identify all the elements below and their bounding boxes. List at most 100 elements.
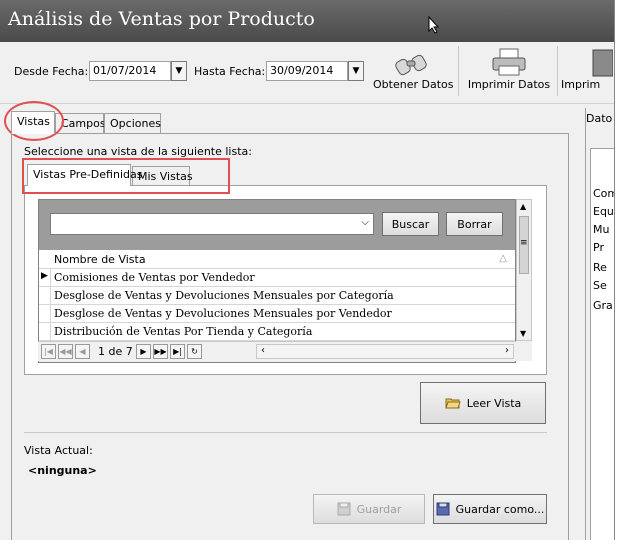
- refresh-button[interactable]: ↻: [187, 344, 202, 359]
- folder-open-icon: [444, 398, 461, 409]
- column-header[interactable]: Nombre de Vista △: [39, 250, 515, 269]
- grip-icon: ≡: [520, 238, 528, 248]
- row-selector: [39, 323, 51, 341]
- vista-name-cell: Comisiones de Ventas por Vendedor: [54, 271, 255, 284]
- sort-triangle-icon: △: [499, 253, 507, 264]
- last-page-icon: ▶|: [173, 347, 182, 356]
- imprimir-datos-button[interactable]: Imprimir Datos: [464, 46, 554, 91]
- window-title: Análisis de Ventas por Producto: [8, 8, 315, 30]
- scroll-up-icon: ▲: [520, 202, 527, 211]
- datos-panel-list: Com Equ Mu Pr Re Se Gra: [590, 148, 614, 540]
- guardar-como-button[interactable]: Guardar como...: [433, 494, 547, 524]
- scrollbar-corner: [516, 341, 532, 361]
- scroll-left-icon: ‹: [261, 345, 265, 356]
- datos-panel: Dato Com Equ Mu Pr Re Se Gra: [585, 108, 614, 540]
- prev-page-button[interactable]: ◀: [75, 344, 90, 359]
- imprimir-2-label: Imprim: [561, 78, 601, 91]
- datos-item[interactable]: Se: [593, 279, 607, 292]
- hasta-fecha-label: Hasta Fecha:: [194, 65, 266, 78]
- obtener-datos-label: Obtener Datos: [373, 78, 454, 91]
- column-header-label: Nombre de Vista: [54, 253, 146, 266]
- refresh-icon: ↻: [191, 347, 198, 356]
- tab-vistas[interactable]: Vistas: [11, 111, 55, 134]
- tab-opciones-label: Opciones: [110, 117, 161, 130]
- printer-icon: [492, 48, 526, 76]
- datos-item[interactable]: Com: [593, 187, 614, 200]
- scrollbar-thumb[interactable]: ≡: [519, 216, 529, 274]
- save-disk-icon: [337, 502, 351, 516]
- printer-icon: [592, 49, 613, 77]
- tab-vistas-predefinidas-label: Vistas Pre-Definidas: [33, 168, 143, 181]
- table-row[interactable]: Distribución de Ventas Por Tienda y Cate…: [39, 323, 515, 341]
- next-page-button[interactable]: ▶: [136, 344, 151, 359]
- row-selector: [39, 287, 51, 305]
- desde-fecha-label: Desde Fecha:: [14, 65, 89, 78]
- rewind-icon: ◀◀: [59, 347, 72, 356]
- vista-actual-label: Vista Actual:: [24, 444, 93, 457]
- search-input[interactable]: ⌵: [50, 213, 374, 235]
- tab-opciones[interactable]: Opciones: [104, 113, 161, 133]
- mouse-cursor-icon: [428, 16, 440, 34]
- guardar-como-label: Guardar como...: [455, 502, 545, 516]
- datos-item[interactable]: Gra: [593, 299, 613, 312]
- chevron-down-icon: ▼: [175, 66, 183, 76]
- title-bar: Análisis de Ventas por Producto: [0, 0, 614, 42]
- guardar-label: Guardar: [356, 502, 402, 516]
- row-selector: [39, 305, 51, 323]
- prev-block-button[interactable]: ◀◀: [58, 344, 73, 359]
- leer-vista-label: Leer Vista: [466, 396, 522, 410]
- obtener-datos-button[interactable]: Obtener Datos: [373, 46, 453, 91]
- scroll-down-icon: ▼: [520, 329, 527, 338]
- scroll-right-icon: ›: [505, 345, 509, 356]
- next-block-button[interactable]: ▶▶: [153, 344, 168, 359]
- tab-vistas-label: Vistas: [17, 115, 50, 128]
- current-row-arrow-icon: ▶: [41, 271, 48, 281]
- next-icon: ▶: [140, 347, 147, 356]
- instruction-text: Seleccione una vista de la siguiente lis…: [24, 145, 252, 158]
- hasta-fecha-dropdown[interactable]: ▼: [348, 61, 364, 81]
- toolbar-separator: [557, 46, 558, 96]
- datos-item[interactable]: Mu: [593, 223, 609, 236]
- datos-item[interactable]: Re: [593, 261, 607, 274]
- desde-fecha-dropdown[interactable]: ▼: [171, 61, 187, 81]
- vista-name-cell: Desglose de Ventas y Devoluciones Mensua…: [54, 289, 394, 302]
- save-as-disk-icon: [436, 502, 450, 516]
- imprimir-button-2[interactable]: Imprim: [561, 46, 613, 91]
- chevron-down-icon: ⌵: [361, 217, 369, 228]
- separator-line: [24, 432, 547, 433]
- table-row[interactable]: ▶ Comisiones de Ventas por Vendedor: [39, 269, 515, 287]
- buscar-button[interactable]: Buscar: [382, 212, 439, 236]
- prev-icon: ◀: [79, 347, 86, 356]
- leer-vista-button[interactable]: Leer Vista: [420, 382, 546, 424]
- tab-vistas-predefinidas[interactable]: Vistas Pre-Definidas: [27, 164, 142, 186]
- toolbar-separator: [458, 46, 459, 96]
- guardar-button[interactable]: Guardar: [313, 494, 425, 524]
- grid-horizontal-scrollbar[interactable]: ‹ ›: [256, 344, 514, 359]
- vista-name-cell: Desglose de Ventas y Devoluciones Mensua…: [54, 307, 392, 320]
- table-row[interactable]: Desglose de Ventas y Devoluciones Mensua…: [39, 305, 515, 323]
- chevron-down-icon: ▼: [352, 66, 360, 76]
- datos-panel-header: Dato: [586, 112, 613, 125]
- desde-fecha-input[interactable]: 01/07/2014: [89, 61, 171, 81]
- datos-item[interactable]: Pr: [593, 241, 604, 254]
- vista-actual-value: <ninguna>: [28, 464, 97, 477]
- table-row[interactable]: Desglose de Ventas y Devoluciones Mensua…: [39, 287, 515, 305]
- grid-search-bar: ⌵ Buscar Borrar: [39, 200, 515, 250]
- borrar-button[interactable]: Borrar: [446, 212, 503, 236]
- first-page-icon: |◀: [44, 347, 53, 356]
- hasta-fecha-input[interactable]: 30/09/2014: [266, 61, 348, 81]
- grid-vertical-scrollbar[interactable]: ▲ ≡ ▼: [516, 199, 532, 341]
- row-selector: ▶: [39, 269, 51, 287]
- grid-navigator: |◀ ◀◀ ◀ 1 de 7 ▶ ▶▶ ▶| ↻ ‹ ›: [38, 341, 516, 361]
- app-window: Análisis de Ventas por Producto Desde Fe…: [0, 0, 615, 540]
- tab-campos-label: Campos: [61, 117, 106, 130]
- datos-item[interactable]: Equ: [593, 205, 614, 218]
- first-page-button[interactable]: |◀: [41, 344, 56, 359]
- imprimir-datos-label: Imprimir Datos: [467, 78, 551, 91]
- last-page-button[interactable]: ▶|: [170, 344, 185, 359]
- fast-forward-icon: ▶▶: [154, 347, 167, 356]
- vista-name-cell: Distribución de Ventas Por Tienda y Cate…: [54, 325, 313, 338]
- binoculars-icon: [395, 54, 427, 76]
- toolbar: Desde Fecha: 01/07/2014 ▼ Hasta Fecha: 3…: [0, 42, 614, 104]
- page-indicator: 1 de 7: [98, 345, 133, 358]
